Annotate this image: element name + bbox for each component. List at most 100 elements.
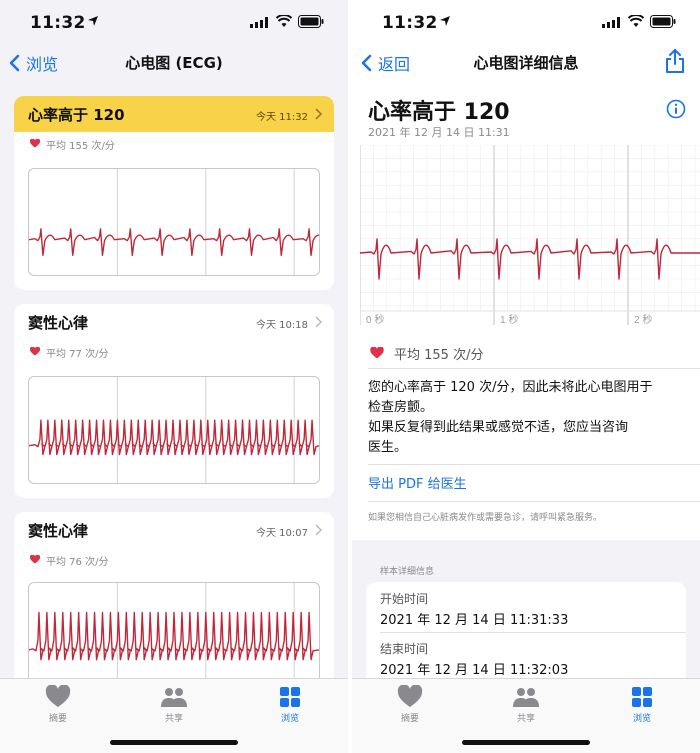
tab-label: 浏览 — [632, 714, 651, 724]
explanation-line: 检查房颤。 — [368, 400, 434, 415]
ecg-list-screen: 11:32 浏览 心电图 (ECG) 心率高于 120 今天 11:32 平均 … — [0, 0, 348, 753]
tab-label: 摘要 — [48, 714, 67, 724]
tab-label: 共享 — [516, 714, 535, 724]
ecg-record-header[interactable]: 窦性心律 今天 10:18 — [14, 304, 334, 340]
axis-label-2s: 2 秒 — [634, 313, 652, 325]
heart-icon — [30, 347, 40, 356]
home-indicator — [110, 740, 238, 745]
cellular-signal-icon — [602, 17, 620, 28]
tab-summary[interactable]: 摘要 — [28, 685, 88, 724]
tab-label: 摘要 — [400, 714, 419, 724]
emergency-notice: 如果您相信自己心脏病发作或需要急诊，请呼叫紧急服务。 — [368, 513, 603, 523]
ecg-trace — [29, 419, 319, 456]
chevron-left-icon — [9, 54, 20, 72]
ecg-waveform-chart: 0 秒 1 秒 2 秒 — [360, 145, 700, 325]
average-bpm: 平均 155 次/分 — [46, 141, 115, 152]
chevron-right-icon — [315, 316, 322, 328]
start-time-value: 2021 年 12 月 14 日 11:31:33 — [380, 613, 569, 628]
record-time: 今天 10:18 — [256, 320, 308, 331]
navigation-bar: 浏览 心电图 (ECG) — [0, 44, 348, 80]
back-label: 浏览 — [26, 55, 59, 74]
ecg-thumbnail — [28, 168, 320, 276]
ecg-record-header[interactable]: 心率高于 120 今天 11:32 — [14, 96, 334, 132]
result-title: 心率高于 120 — [368, 100, 510, 125]
record-time: 今天 11:32 — [256, 112, 308, 123]
average-bpm: 平均 155 次/分 — [394, 348, 484, 363]
ecg-grid — [360, 145, 700, 311]
divider — [368, 464, 700, 465]
end-time-value: 2021 年 12 月 14 日 11:32:03 — [380, 663, 569, 678]
people-icon — [161, 688, 187, 707]
tab-bar: 摘要 共享 浏览 — [0, 678, 348, 753]
tab-label: 浏览 — [280, 714, 299, 724]
average-row: 平均 76 次/分 — [14, 548, 334, 574]
axis-label-1s: 1 秒 — [500, 313, 518, 325]
heart-icon — [370, 347, 384, 359]
ecg-trace — [29, 228, 319, 257]
back-button[interactable]: 返回 — [360, 51, 410, 75]
average-bpm: 平均 76 次/分 — [46, 557, 109, 568]
ecg-record-card[interactable]: 心率高于 120 今天 11:32 平均 155 次/分 — [14, 96, 334, 290]
heart-icon — [45, 685, 71, 707]
battery-icon — [650, 15, 676, 28]
ecg-thumbnail — [28, 376, 320, 484]
ecg-detail-screen: 11:32 返回 心电图详细信息 心率高于 120 2021 年 12 月 14… — [352, 0, 700, 753]
back-label: 返回 — [378, 55, 411, 74]
result-explanation: 您的心率高于 120 次/分，因此未将此心电图用于 检查房颤。 如果反复得到此结… — [368, 378, 690, 458]
tab-summary[interactable]: 摘要 — [380, 685, 440, 724]
ecg-trace — [29, 611, 319, 661]
status-bar: 11:32 — [352, 0, 700, 44]
ecg-trace — [360, 238, 700, 280]
tab-browse[interactable]: 浏览 — [260, 685, 320, 724]
tab-sharing[interactable]: 共享 — [144, 685, 204, 724]
back-button[interactable]: 浏览 — [8, 51, 58, 75]
tab-sharing[interactable]: 共享 — [496, 685, 556, 724]
record-time: 今天 10:07 — [256, 528, 308, 539]
people-icon — [513, 688, 539, 707]
ecg-record-card[interactable]: 窦性心律 今天 10:18 平均 77 次/分 — [14, 304, 334, 498]
average-row: 平均 155 次/分 — [14, 132, 334, 158]
heart-icon — [30, 139, 40, 148]
location-arrow-icon — [440, 16, 450, 26]
ecg-record-header[interactable]: 窦性心律 今天 10:07 — [14, 512, 334, 548]
average-row: 平均 77 次/分 — [14, 340, 334, 366]
export-pdf-link[interactable]: 导出 PDF 给医生 — [368, 473, 467, 492]
status-bar: 11:32 — [0, 0, 348, 44]
tab-label: 共享 — [164, 714, 183, 724]
share-icon[interactable] — [664, 48, 686, 74]
chevron-right-icon — [315, 524, 322, 536]
heart-icon — [397, 685, 423, 707]
info-icon[interactable] — [666, 99, 686, 119]
chevron-right-icon — [315, 108, 322, 120]
status-time: 11:32 — [30, 13, 86, 33]
record-title: 窦性心律 — [28, 314, 89, 332]
explanation-line: 您的心率高于 120 次/分，因此未将此心电图用于 — [368, 380, 653, 395]
home-indicator — [462, 740, 590, 745]
explanation-line: 医生。 — [368, 440, 408, 455]
grid-icon — [280, 687, 300, 707]
start-time-label: 开始时间 — [380, 592, 429, 606]
battery-icon — [298, 15, 324, 28]
divider — [368, 368, 700, 369]
divider — [380, 632, 686, 633]
tab-bar: 摘要 共享 浏览 — [352, 678, 700, 753]
average-bpm: 平均 77 次/分 — [46, 349, 109, 360]
record-title: 窦性心律 — [28, 522, 89, 540]
status-time: 11:32 — [382, 13, 438, 33]
navigation-bar: 返回 心电图详细信息 — [352, 44, 700, 80]
explanation-line: 如果反复得到此结果或感觉不适，您应当咨询 — [368, 420, 629, 435]
heart-icon — [30, 555, 40, 564]
section-header: 样本详细信息 — [380, 567, 435, 577]
chevron-left-icon — [361, 54, 372, 72]
wifi-icon — [276, 15, 292, 27]
end-time-label: 结束时间 — [380, 642, 429, 656]
axis-label-0s: 0 秒 — [366, 313, 384, 325]
divider — [368, 501, 700, 502]
record-title: 心率高于 120 — [28, 106, 125, 124]
record-datetime: 2021 年 12 月 14 日 11:31 — [368, 126, 510, 139]
tab-browse[interactable]: 浏览 — [612, 685, 672, 724]
cellular-signal-icon — [250, 17, 268, 28]
wifi-icon — [628, 15, 644, 27]
grid-icon — [632, 687, 652, 707]
location-arrow-icon — [88, 16, 98, 26]
